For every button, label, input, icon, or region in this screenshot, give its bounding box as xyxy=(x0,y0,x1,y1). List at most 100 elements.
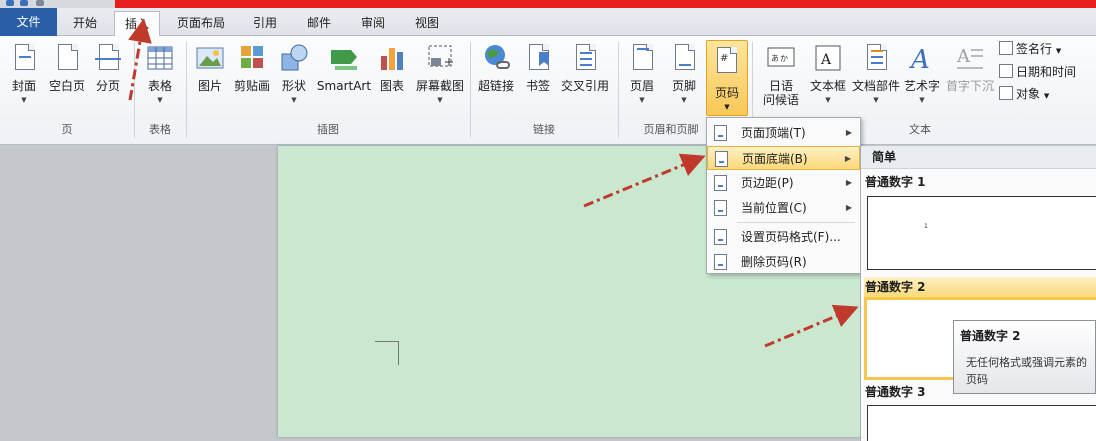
shapes-button[interactable]: 形状 ▼ xyxy=(278,42,310,105)
chevron-down-icon: ▼ xyxy=(291,96,297,104)
group-label-illustrations: 插图 xyxy=(317,123,339,136)
tab-insert[interactable]: 插入 xyxy=(114,11,160,38)
menu-item-bottom-of-page[interactable]: 页面底端(B) ▶ xyxy=(707,146,860,170)
format-page-number-icon xyxy=(714,229,727,245)
gallery-item-title: 普通数字 2 xyxy=(864,277,1096,297)
page-break-button[interactable]: 分页 xyxy=(92,42,124,93)
chevron-right-icon: ▶ xyxy=(845,203,852,212)
quick-parts-icon xyxy=(861,42,891,74)
date-time-button[interactable]: 日期和时间 xyxy=(999,63,1076,81)
screenshot-button[interactable]: 屏幕截图 ▼ xyxy=(414,42,466,105)
tab-page-layout[interactable]: 页面布局 xyxy=(168,11,234,36)
shapes-icon xyxy=(279,42,309,74)
tab-mailings[interactable]: 邮件 xyxy=(296,11,342,36)
undo-icon[interactable] xyxy=(36,0,44,6)
gallery-sample-number: 1 xyxy=(924,223,928,230)
blank-page-icon xyxy=(52,42,82,74)
wordart-button[interactable]: A 艺术字 ▼ xyxy=(902,42,942,105)
tab-view[interactable]: 视图 xyxy=(404,11,450,36)
signature-line-button[interactable]: 签名行 ▼ xyxy=(999,40,1061,60)
group-label-tables: 表格 xyxy=(149,123,171,136)
page-break-icon xyxy=(93,42,123,74)
hyperlink-button[interactable]: 超链接 xyxy=(476,42,516,93)
svg-text:A: A xyxy=(820,52,832,68)
chevron-down-icon: ▼ xyxy=(1055,47,1062,55)
menu-item-current-position[interactable]: 当前位置(C) ▶ xyxy=(707,196,860,220)
tab-file[interactable]: 文件 xyxy=(0,8,57,36)
drop-cap-icon: A xyxy=(955,42,985,74)
svg-text:A: A xyxy=(956,46,971,67)
table-button[interactable]: 表格 ▼ xyxy=(142,42,178,105)
save-icon[interactable] xyxy=(20,0,28,6)
word-icon[interactable] xyxy=(6,0,14,6)
bookmark-button[interactable]: 书签 xyxy=(522,42,554,93)
current-position-icon xyxy=(714,200,727,216)
tab-home[interactable]: 开始 xyxy=(60,11,110,36)
title-highlight xyxy=(115,0,1096,8)
cover-page-icon xyxy=(9,42,39,74)
gallery-tooltip: 普通数字 2 无任何格式或强调元素的页码 xyxy=(953,320,1096,394)
footer-icon xyxy=(669,42,699,74)
globe-link-icon xyxy=(481,42,511,74)
cross-reference-button[interactable]: 交叉引用 xyxy=(558,42,612,93)
chevron-down-icon: ▼ xyxy=(437,96,443,104)
textbox-button[interactable]: A 文本框 ▼ xyxy=(806,42,850,105)
workspace-margin xyxy=(0,146,278,441)
object-button[interactable]: 对象 ▼ xyxy=(999,85,1049,105)
chevron-down-icon: ▼ xyxy=(919,96,925,104)
chevron-right-icon: ▶ xyxy=(845,178,852,187)
svg-text:A: A xyxy=(909,45,930,74)
greeting-button[interactable]: あか 日语 问候语 xyxy=(756,42,806,107)
group-label-links: 链接 xyxy=(533,123,555,136)
menu-item-page-margins[interactable]: 页边距(P) ▶ xyxy=(707,171,860,195)
chevron-right-icon: ▶ xyxy=(845,128,852,137)
svg-text:あ: あ xyxy=(771,54,779,63)
page-number-menu: 页面顶端(T) ▶ 页面底端(B) ▶ 页边距(P) ▶ 当前位置(C) ▶ 设置页码格… xyxy=(706,117,861,274)
tab-review[interactable]: 审阅 xyxy=(350,11,396,36)
gallery-item-plain-number-3[interactable] xyxy=(867,405,1096,441)
cross-reference-icon xyxy=(570,42,600,74)
smartart-icon xyxy=(329,42,359,74)
tooltip-body: 无任何格式或强调元素的页码 xyxy=(966,356,1087,386)
wordart-icon: A xyxy=(907,42,937,75)
chevron-down-icon: ▼ xyxy=(639,96,645,104)
picture-button[interactable]: 图片 xyxy=(194,42,226,93)
page-top-icon xyxy=(714,125,727,141)
menu-item-remove-page-numbers[interactable]: 删除页码(R) xyxy=(707,250,860,274)
menu-item-top-of-page[interactable]: 页面顶端(T) ▶ xyxy=(707,121,860,145)
header-button[interactable]: 页眉 ▼ xyxy=(624,42,660,105)
blank-page-button[interactable]: 空白页 xyxy=(46,42,88,93)
cover-page-button[interactable]: 封面 ▼ xyxy=(6,42,42,105)
chart-icon xyxy=(377,42,407,74)
greeting-icon: あか xyxy=(766,42,796,74)
clipart-button[interactable]: 剪贴画 xyxy=(232,42,272,93)
chart-button[interactable]: 图表 xyxy=(376,42,408,93)
ribbon: 封面 ▼ 空白页 分页 页 表格 ▼ 表格 图片 剪贴画 形状 ▼ SmartA… xyxy=(0,36,1096,145)
page-number-button[interactable]: # 页码 ▼ xyxy=(706,40,748,116)
tab-references[interactable]: 引用 xyxy=(242,11,288,36)
smartart-button[interactable]: SmartArt xyxy=(316,42,372,93)
ribbon-tab-bar: 文件 开始 插入 页面布局 引用 邮件 审阅 视图 xyxy=(0,8,1096,38)
table-icon xyxy=(145,42,175,74)
page-bottom-icon xyxy=(715,151,728,167)
tooltip-title: 普通数字 2 xyxy=(960,329,1021,343)
chevron-down-icon: ▼ xyxy=(157,96,163,104)
title-bar xyxy=(0,0,1096,8)
drop-cap-button[interactable]: A 首字下沉 xyxy=(942,42,998,93)
quick-parts-button[interactable]: 文档部件 ▼ xyxy=(850,42,902,105)
remove-page-number-icon xyxy=(714,254,727,270)
header-icon xyxy=(627,42,657,74)
menu-separator xyxy=(737,222,855,223)
footer-button[interactable]: 页脚 ▼ xyxy=(666,42,702,105)
group-label-pages: 页 xyxy=(61,123,73,136)
gallery-section-header: 简单 xyxy=(861,146,1096,169)
menu-item-format-page-numbers[interactable]: 设置页码格式(F)... xyxy=(707,225,860,249)
page-number-icon: # xyxy=(707,45,747,79)
gallery-item-plain-number-1[interactable]: 1 xyxy=(867,196,1096,270)
chevron-right-icon: ▶ xyxy=(844,154,851,163)
signature-icon xyxy=(999,41,1013,55)
textbox-icon: A xyxy=(813,42,843,74)
chevron-down-icon: ▼ xyxy=(724,103,730,111)
screenshot-icon xyxy=(425,42,455,74)
page-margin-icon xyxy=(714,175,727,191)
